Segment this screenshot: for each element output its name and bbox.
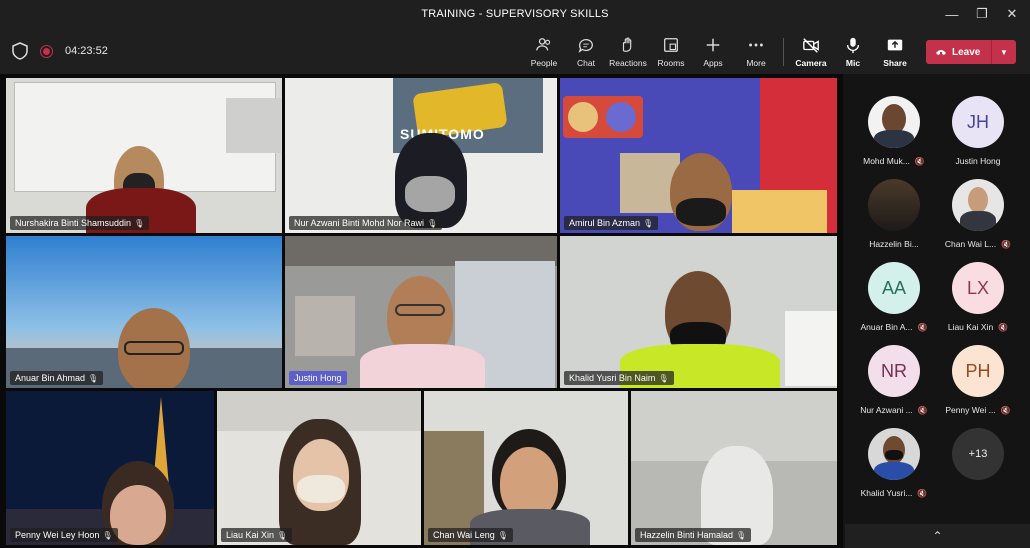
title-bar: TRAINING - SUPERVISORY SKILLS — ❐ ✕ — [0, 0, 1030, 28]
rooms-button[interactable]: Rooms — [650, 34, 692, 70]
mic-icon: 🎙 — [497, 530, 508, 540]
mic-icon — [846, 37, 860, 54]
camera-button[interactable]: Camera — [790, 34, 832, 70]
phone-hangup-icon — [936, 50, 946, 55]
avatar: PH — [952, 345, 1004, 397]
video-tile[interactable]: Amirul Bin Azman 🎙 — [560, 78, 837, 233]
plus-icon — [706, 38, 720, 52]
participant-gallery: Mohd Muk... 🔇 JH Justin Hong Hazzelin Bi.… — [843, 74, 1030, 548]
avatar: AA — [868, 262, 920, 314]
apps-button[interactable]: Apps — [692, 34, 734, 70]
avatar — [952, 179, 1004, 231]
avatar — [868, 428, 920, 480]
minimize-icon[interactable]: — — [940, 4, 964, 24]
mic-icon: 🎙 — [658, 373, 669, 383]
video-tile[interactable]: Hazzelin Binti Hamalad 🎙 — [631, 391, 837, 545]
chat-button[interactable]: Chat — [565, 34, 607, 70]
video-tile[interactable]: Chan Wai Leng 🎙 — [424, 391, 628, 545]
toolbar-divider — [783, 38, 784, 66]
mic-icon: 🎙 — [427, 218, 438, 228]
video-tile[interactable]: Liau Kai Xin 🎙 — [217, 391, 421, 545]
close-icon[interactable]: ✕ — [1000, 4, 1024, 24]
participant-nametag: Liau Kai Xin 🎙 — [221, 528, 293, 542]
restore-icon[interactable]: ❐ — [970, 4, 994, 24]
participant-nametag: Amirul Bin Azman 🎙 — [564, 216, 659, 230]
mic-off-icon: 🔇 — [917, 405, 928, 415]
participant-nametag: Anuar Bin Ahmad 🎙 — [10, 371, 104, 385]
video-tile[interactable]: SUMITOMO Nur Azwani Binti Mohd Nor Rawi🎙 — [285, 78, 557, 233]
avatar: NR — [868, 345, 920, 397]
mic-icon: 🎙 — [643, 218, 654, 228]
participant-nametag: Penny Wei Ley Hoon 🎙 — [10, 528, 118, 542]
participant-nametag: Chan Wai Leng 🎙 — [428, 528, 513, 542]
mic-icon: 🎙 — [277, 530, 288, 540]
mic-button[interactable]: Mic — [832, 34, 874, 70]
participant-nametag: Hazzelin Binti Hamalad 🎙 — [635, 528, 752, 542]
roster-participant[interactable]: LX Liau Kai Xin 🔇 — [936, 262, 1020, 332]
share-button[interactable]: Share — [874, 34, 916, 70]
participant-nametag: Justin Hong — [289, 371, 347, 385]
avatar: JH — [952, 96, 1004, 148]
overflow-participants-button[interactable]: +13 — [936, 428, 1020, 480]
leave-main[interactable]: Leave — [926, 40, 992, 64]
recording-icon — [40, 45, 53, 58]
mic-off-icon: 🔇 — [917, 322, 928, 332]
participant-nametag: Nur Azwani Binti Mohd Nor Rawi 🎙 — [289, 216, 443, 230]
chevron-down-icon[interactable]: ▼ — [992, 40, 1016, 64]
video-tile[interactable]: Nurshakira Binti Shamsuddin 🎙 — [6, 78, 282, 233]
shield-icon[interactable] — [12, 42, 28, 60]
meeting-toolbar: 04:23:52 People Chat Reactions Rooms App… — [0, 28, 1030, 74]
roster-participant[interactable]: NR Nur Azwani ... 🔇 — [852, 345, 936, 415]
video-stage: Nurshakira Binti Shamsuddin🎙 SUMITOMO Nu… — [0, 74, 843, 548]
more-icon — [749, 43, 763, 47]
overflow-count: +13 — [952, 428, 1004, 480]
avatar: LX — [952, 262, 1004, 314]
leave-label: Leave — [952, 46, 981, 58]
video-tile[interactable]: Penny Wei Ley Hoon 🎙 — [6, 391, 214, 545]
roster-participant[interactable]: Chan Wai L... 🔇 — [936, 179, 1020, 249]
camera-off-icon — [803, 38, 819, 53]
video-tile[interactable]: Justin Hong — [285, 236, 557, 388]
reactions-button[interactable]: Reactions — [607, 34, 649, 70]
window-title: TRAINING - SUPERVISORY SKILLS — [421, 8, 609, 20]
roster-participant[interactable]: PH Penny Wei ... 🔇 — [936, 345, 1020, 415]
participant-nametag: Khalid Yusri Bin Naim 🎙 — [564, 371, 674, 385]
people-icon — [536, 38, 551, 51]
people-button[interactable]: People — [523, 34, 565, 70]
participant-nametag: Nurshakira Binti Shamsuddin 🎙 — [10, 216, 150, 230]
roster-participant[interactable]: Khalid Yusri... 🔇 — [852, 428, 936, 498]
mic-off-icon: 🔇 — [917, 488, 928, 498]
more-button[interactable]: More — [735, 34, 777, 70]
roster-participant[interactable]: JH Justin Hong — [936, 96, 1020, 166]
mic-off-icon: 🔇 — [1000, 405, 1011, 415]
mic-icon: 🎙 — [134, 218, 145, 228]
meeting-timer: 04:23:52 — [65, 45, 108, 57]
chevron-up-icon[interactable]: ⌃ — [845, 524, 1030, 548]
rooms-icon — [664, 38, 678, 52]
reactions-icon — [622, 37, 632, 52]
mic-off-icon: 🔇 — [1001, 239, 1012, 249]
mic-icon: 🎙 — [736, 530, 747, 540]
avatar — [868, 179, 920, 231]
avatar — [868, 96, 920, 148]
chat-icon — [578, 39, 593, 53]
mic-icon: 🎙 — [102, 530, 113, 540]
mic-icon: 🎙 — [88, 373, 99, 383]
roster-participant[interactable]: Hazzelin Bi... — [852, 179, 936, 249]
roster-participant[interactable]: Mohd Muk... 🔇 — [852, 96, 936, 166]
video-tile[interactable]: Khalid Yusri Bin Naim 🎙 — [560, 236, 837, 388]
mic-off-icon: 🔇 — [998, 322, 1009, 332]
mic-off-icon: 🔇 — [914, 156, 925, 166]
roster-participant[interactable]: AA Anuar Bin A... 🔇 — [852, 262, 936, 332]
leave-button[interactable]: Leave ▼ — [926, 40, 1016, 64]
video-tile[interactable]: Anuar Bin Ahmad 🎙 — [6, 236, 282, 388]
share-icon — [887, 39, 903, 51]
